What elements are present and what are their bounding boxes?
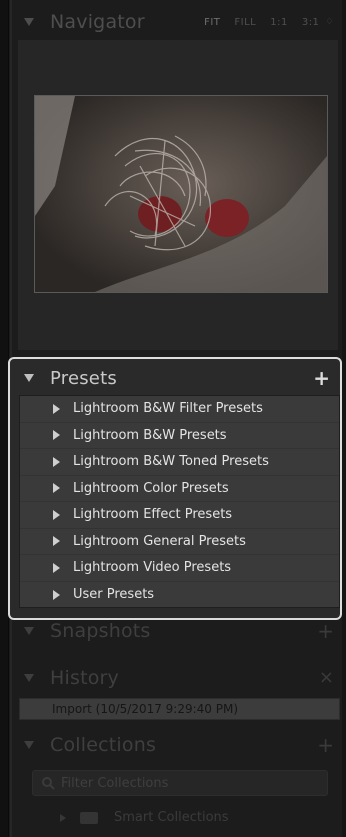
add-preset-button[interactable]: + [313, 368, 330, 388]
preset-folder-item[interactable]: User Presets [20, 582, 339, 609]
search-icon [42, 777, 55, 790]
navigator-title: Navigator [50, 11, 145, 33]
preset-folder-item[interactable]: Lightroom B&W Presets [20, 423, 339, 449]
collapse-triangle-icon[interactable] [24, 674, 34, 682]
navigator-header[interactable]: Navigator FIT FILL 1:1 3:1 ♢ [18, 8, 334, 36]
lightroom-right-panel: Navigator FIT FILL 1:1 3:1 ♢ Presets + L… [0, 0, 346, 837]
preview-photo-icon [35, 96, 327, 292]
collapse-triangle-icon[interactable] [24, 741, 34, 749]
expand-arrow-icon[interactable] [53, 509, 60, 520]
expand-arrow-icon[interactable] [53, 483, 60, 494]
history-header[interactable]: History × [18, 664, 334, 692]
preset-folder-item[interactable]: Lightroom Video Presets [20, 555, 339, 582]
navigator-zoom-options: FIT FILL 1:1 3:1 ♢ [204, 17, 334, 28]
zoom-dropdown-icon[interactable]: ♢ [325, 17, 334, 27]
preset-folder-item[interactable]: Lightroom General Presets [20, 529, 339, 555]
preset-folder-label: Lightroom B&W Toned Presets [73, 454, 269, 470]
collections-header[interactable]: Collections + [18, 731, 334, 759]
scrollbar-track[interactable] [342, 0, 346, 837]
snapshots-title: Snapshots [50, 620, 151, 642]
preset-folder-item[interactable]: Lightroom B&W Filter Presets [20, 396, 339, 423]
collapse-triangle-icon[interactable] [24, 18, 34, 26]
history-entry-label: Import (10/5/2017 9:29:40 PM) [52, 702, 239, 716]
navigator-preview-image[interactable] [34, 95, 328, 293]
presets-header[interactable]: Presets + [18, 364, 330, 392]
zoom-fill-button[interactable]: FILL [234, 17, 256, 28]
smart-collections-label: Smart Collections [114, 810, 229, 825]
filter-collections-input[interactable] [59, 774, 303, 792]
preset-folder-item[interactable]: Lightroom B&W Toned Presets [20, 449, 339, 476]
collections-title: Collections [50, 734, 157, 756]
preset-folder-label: Lightroom General Presets [73, 533, 246, 549]
history-entry[interactable]: Import (10/5/2017 9:29:40 PM) [19, 698, 340, 720]
expand-arrow-icon[interactable] [53, 562, 60, 573]
preset-folder-item[interactable]: Lightroom Color Presets [20, 476, 339, 502]
add-collection-button[interactable]: + [317, 735, 334, 755]
add-snapshot-button[interactable]: + [317, 621, 334, 641]
zoom-3-1-button[interactable]: 3:1 [302, 17, 320, 28]
filter-collections-field[interactable] [32, 770, 328, 796]
expand-arrow-icon[interactable] [53, 456, 60, 467]
preset-folder-label: Lightroom B&W Filter Presets [73, 401, 263, 417]
preset-folder-label: Lightroom Video Presets [73, 560, 232, 576]
preset-folder-label: User Presets [73, 587, 155, 603]
collapse-triangle-icon[interactable] [24, 627, 34, 635]
presets-list: Lightroom B&W Filter Presets Lightroom B… [19, 395, 340, 608]
expand-arrow-icon[interactable] [53, 589, 60, 600]
zoom-fit-button[interactable]: FIT [204, 17, 220, 28]
expand-arrow-icon[interactable] [53, 403, 60, 414]
expand-arrow-icon[interactable] [60, 813, 66, 822]
expand-arrow-icon[interactable] [53, 536, 60, 547]
presets-title: Presets [50, 367, 117, 389]
history-title: History [50, 667, 119, 689]
preset-folder-label: Lightroom B&W Presets [73, 427, 227, 443]
preset-folder-label: Lightroom Color Presets [73, 480, 229, 496]
preset-folder-item[interactable]: Lightroom Effect Presets [20, 502, 339, 529]
zoom-1-1-button[interactable]: 1:1 [270, 17, 288, 28]
clear-history-button[interactable]: × [319, 669, 334, 687]
snapshots-header[interactable]: Snapshots + [18, 617, 334, 645]
collection-set-icon [80, 811, 98, 824]
collapse-triangle-icon[interactable] [24, 374, 34, 382]
smart-collections-item[interactable]: Smart Collections [60, 810, 229, 825]
preset-folder-label: Lightroom Effect Presets [73, 507, 233, 523]
expand-arrow-icon[interactable] [53, 430, 60, 441]
